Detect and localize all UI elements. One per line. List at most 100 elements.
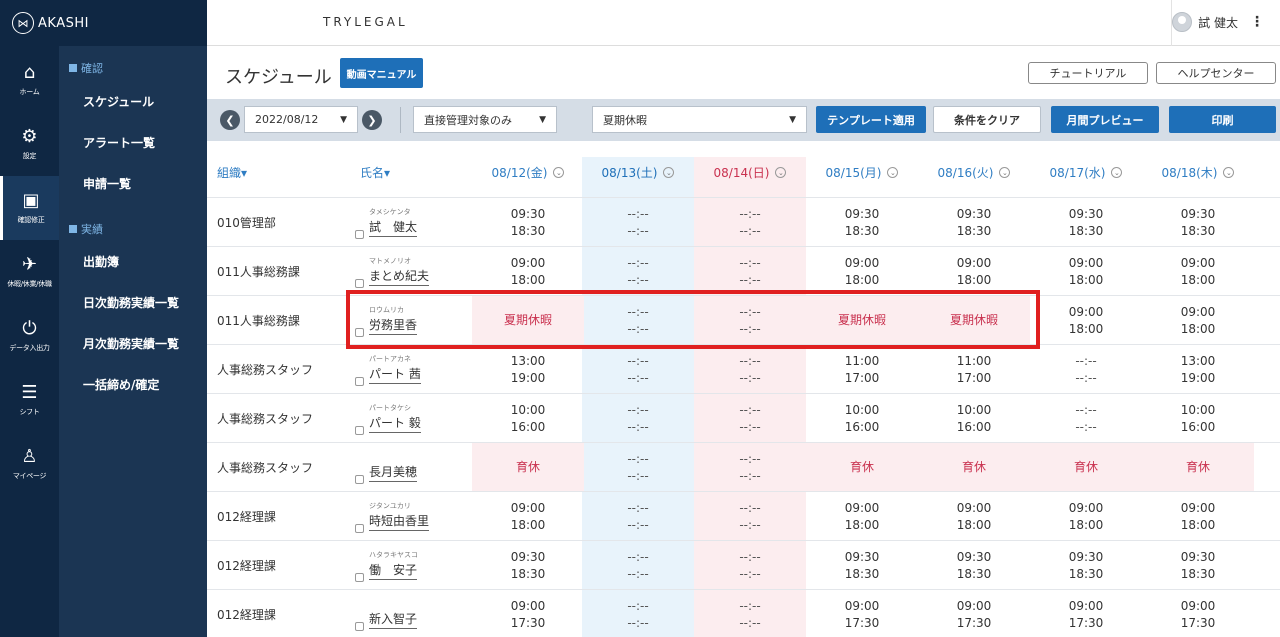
chevron-down-icon[interactable]: ⌄ xyxy=(999,167,1011,178)
rail-item-clipboard[interactable]: ▣ 確認修正 xyxy=(0,176,59,240)
shift-cell[interactable]: --:-- --:-- xyxy=(694,590,806,637)
leave-cell[interactable]: 育休 xyxy=(1142,443,1254,492)
shift-cell[interactable]: --:-- --:-- xyxy=(582,345,694,394)
employee-name-link[interactable]: パート 茜 xyxy=(369,365,421,384)
more-vertical-icon[interactable]: ⋮ xyxy=(1250,14,1264,30)
shift-cell[interactable]: 09:30 18:30 xyxy=(472,541,584,590)
print-button[interactable]: 印刷 xyxy=(1169,106,1276,133)
day-header[interactable]: 08/15(月) ⌄ xyxy=(806,148,918,197)
shift-cell[interactable]: 09:00 18:00 xyxy=(1142,296,1254,345)
employee-name-link[interactable]: まとめ紀夫 xyxy=(369,267,430,286)
employee-name-link[interactable]: 働 安子 xyxy=(369,561,418,580)
shift-cell[interactable]: --:-- --:-- xyxy=(694,247,806,296)
menu-item-bulk-close[interactable]: 一括締め/確定 xyxy=(83,376,159,393)
shift-cell[interactable]: --:-- --:-- xyxy=(582,247,694,296)
shift-cell[interactable]: --:-- --:-- xyxy=(694,198,806,247)
row-checkbox[interactable] xyxy=(355,230,364,239)
menu-item-alerts[interactable]: アラート一覧 xyxy=(83,134,155,151)
next-day-button[interactable]: ❯ xyxy=(362,110,382,130)
shift-cell[interactable]: --:-- --:-- xyxy=(1030,345,1142,394)
app-logo[interactable]: ⋈ AKASHI xyxy=(0,0,207,46)
shift-cell[interactable]: --:-- --:-- xyxy=(582,394,694,443)
menu-item-requests[interactable]: 申請一覧 xyxy=(83,175,131,192)
employee-name-link[interactable]: 試 健太 xyxy=(369,218,418,237)
shift-cell[interactable]: 09:00 18:00 xyxy=(1030,296,1142,345)
chevron-down-icon[interactable]: ⌄ xyxy=(775,167,787,178)
menu-item-attendance-book[interactable]: 出勤簿 xyxy=(83,253,119,270)
leave-cell[interactable]: 育休 xyxy=(918,443,1030,492)
shift-cell[interactable]: 09:00 17:30 xyxy=(472,590,584,637)
day-header[interactable]: 08/14(日) ⌄ xyxy=(694,148,806,197)
menu-item-schedule[interactable]: スケジュール xyxy=(83,93,154,110)
shift-cell[interactable]: 09:00 17:30 xyxy=(1142,590,1254,637)
name-column-header[interactable]: 氏名▾ xyxy=(360,148,420,197)
shift-cell[interactable]: --:-- --:-- xyxy=(582,198,694,247)
shift-cell[interactable]: 09:00 18:00 xyxy=(1142,247,1254,296)
shift-cell[interactable]: 09:00 17:30 xyxy=(1030,590,1142,637)
apply-template-button[interactable]: テンプレート適用 xyxy=(816,106,926,133)
shift-cell[interactable]: --:-- --:-- xyxy=(694,394,806,443)
month-preview-button[interactable]: 月間プレビュー xyxy=(1051,106,1159,133)
shift-cell[interactable]: 09:30 18:30 xyxy=(918,541,1030,590)
shift-cell[interactable]: 09:30 18:30 xyxy=(1142,541,1254,590)
shift-cell[interactable]: --:-- --:-- xyxy=(582,541,694,590)
chevron-down-icon[interactable]: ⌄ xyxy=(1111,167,1123,178)
day-header[interactable]: 08/13(土) ⌄ xyxy=(582,148,694,197)
chevron-down-icon[interactable]: ⌄ xyxy=(887,167,899,178)
rail-item-shift[interactable]: ☰ シフト xyxy=(0,368,59,432)
day-header[interactable]: 08/12(金) ⌄ xyxy=(472,148,584,197)
employee-name-link[interactable]: 時短由香里 xyxy=(369,512,430,531)
shift-cell[interactable]: 09:00 17:30 xyxy=(918,590,1030,637)
row-checkbox[interactable] xyxy=(355,524,364,533)
shift-cell[interactable]: 10:00 16:00 xyxy=(918,394,1030,443)
shift-cell[interactable]: 09:00 18:00 xyxy=(1142,492,1254,541)
shift-cell[interactable]: --:-- --:-- xyxy=(694,345,806,394)
user-menu[interactable]: 試 健太 ⋮ xyxy=(1172,12,1264,32)
shift-cell[interactable]: 09:30 18:30 xyxy=(472,198,584,247)
shift-cell[interactable]: 13:00 19:00 xyxy=(1142,345,1254,394)
shift-cell[interactable]: 09:00 18:00 xyxy=(918,492,1030,541)
shift-cell[interactable]: 09:30 18:30 xyxy=(806,541,918,590)
chevron-down-icon[interactable]: ⌄ xyxy=(663,167,675,178)
shift-cell[interactable]: --:-- --:-- xyxy=(694,443,806,492)
rail-item-data-io[interactable]: ⏻ データ入出力 xyxy=(0,304,59,368)
day-header[interactable]: 08/17(水) ⌄ xyxy=(1030,148,1142,197)
shift-cell[interactable]: 09:30 18:30 xyxy=(918,198,1030,247)
shift-cell[interactable]: 09:30 18:30 xyxy=(1142,198,1254,247)
shift-cell[interactable]: 09:30 18:30 xyxy=(806,198,918,247)
shift-cell[interactable]: 10:00 16:00 xyxy=(472,394,584,443)
row-checkbox[interactable] xyxy=(355,377,364,386)
shift-cell[interactable]: 10:00 16:00 xyxy=(1142,394,1254,443)
shift-cell[interactable]: 10:00 16:00 xyxy=(806,394,918,443)
shift-cell[interactable]: 11:00 17:00 xyxy=(918,345,1030,394)
shift-cell[interactable]: 09:00 18:00 xyxy=(472,492,584,541)
date-select[interactable]: 2022/08/12 ▼ xyxy=(244,106,358,133)
row-checkbox[interactable] xyxy=(355,622,364,631)
employee-name-link[interactable]: 長月美穂 xyxy=(369,463,418,482)
tutorial-button[interactable]: チュートリアル xyxy=(1028,62,1148,84)
employee-name-link[interactable]: 新入智子 xyxy=(369,610,418,629)
shift-cell[interactable]: --:-- --:-- xyxy=(694,541,806,590)
day-header[interactable]: 08/18(木) ⌄ xyxy=(1142,148,1254,197)
clear-conditions-button[interactable]: 条件をクリア xyxy=(933,106,1041,133)
shift-cell[interactable]: 09:00 18:00 xyxy=(806,492,918,541)
shift-cell[interactable]: 09:00 18:00 xyxy=(918,247,1030,296)
day-header[interactable]: 08/16(火) ⌄ xyxy=(918,148,1030,197)
rail-item-home[interactable]: ⌂ ホーム xyxy=(0,48,59,112)
shift-cell[interactable]: 09:00 18:00 xyxy=(472,247,584,296)
shift-cell[interactable]: --:-- --:-- xyxy=(1030,394,1142,443)
shift-cell[interactable]: 09:00 17:30 xyxy=(806,590,918,637)
scope-select[interactable]: 直接管理対象のみ ▼ xyxy=(413,106,557,133)
prev-day-button[interactable]: ❮ xyxy=(220,110,240,130)
video-manual-button[interactable]: 動画マニュアル xyxy=(340,58,423,88)
rail-item-leave[interactable]: ✈ 休暇/休業/休職 xyxy=(0,240,59,304)
template-select[interactable]: 夏期休暇 ▼ xyxy=(592,106,807,133)
rail-item-gear[interactable]: ⚙ 設定 xyxy=(0,112,59,176)
row-checkbox[interactable] xyxy=(355,573,364,582)
org-column-header[interactable]: 組織▾ xyxy=(217,148,277,197)
leave-cell[interactable]: 育休 xyxy=(1030,443,1142,492)
chevron-down-icon[interactable]: ⌄ xyxy=(553,167,565,178)
shift-cell[interactable]: --:-- --:-- xyxy=(694,492,806,541)
help-center-button[interactable]: ヘルプセンター xyxy=(1156,62,1276,84)
leave-cell[interactable]: 育休 xyxy=(806,443,918,492)
